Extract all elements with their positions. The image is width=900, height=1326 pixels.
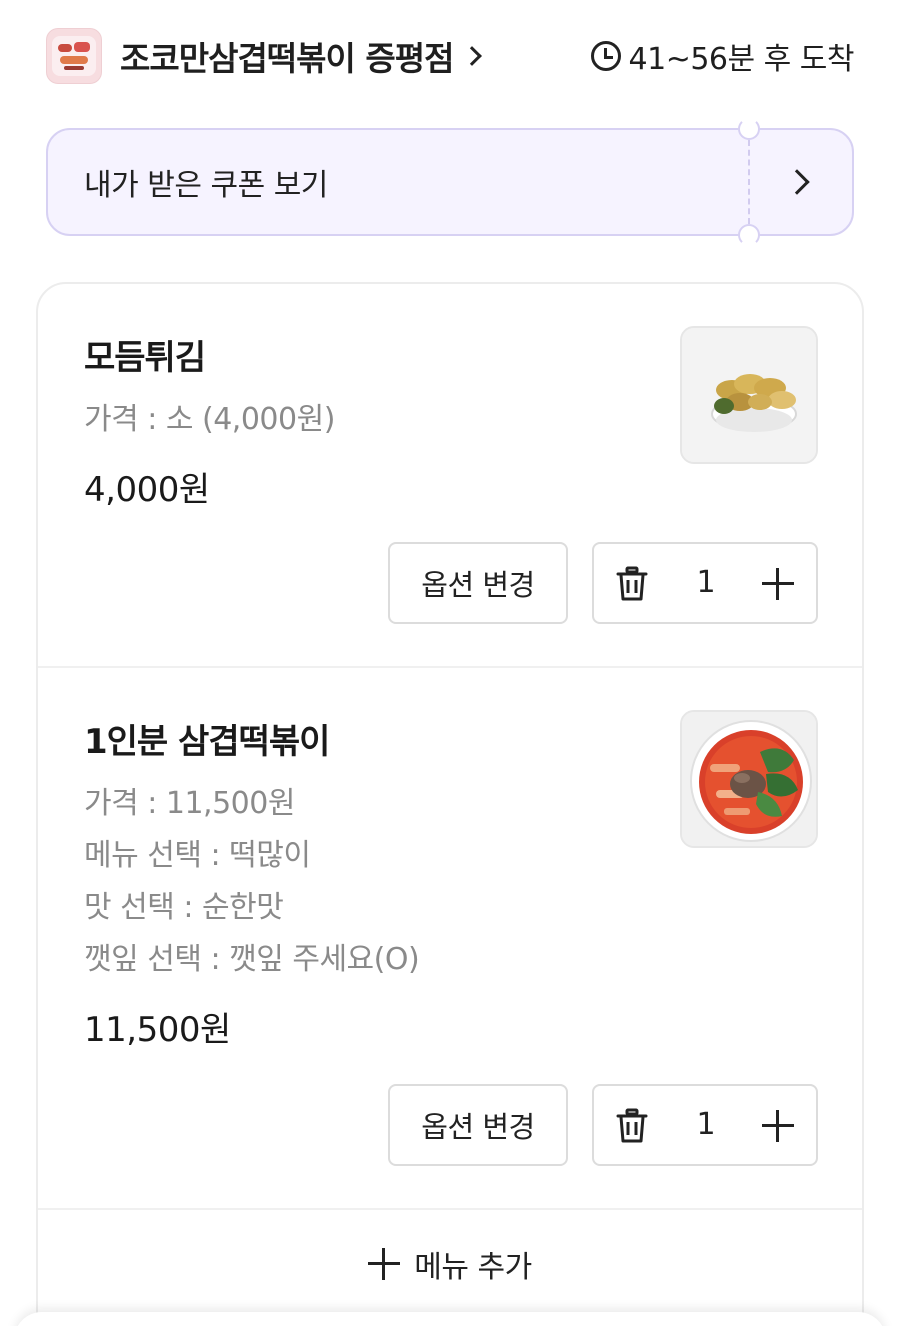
- store-logo-icon: [52, 36, 96, 76]
- item-name: 모듬튀김: [84, 338, 206, 378]
- chevron-right-icon: [462, 46, 483, 66]
- cart-item: 1인분 삼겹떡볶이 가격 : 11,500원 메뉴 선택 : 떡많이 맛 선택 …: [38, 668, 862, 1208]
- add-menu-button[interactable]: 메뉴 추가: [38, 1226, 862, 1302]
- quantity-stepper: 1: [592, 542, 818, 624]
- item-name: 1인분 삼겹떡볶이: [84, 722, 330, 762]
- cart-item: 모듬튀김 가격 : 소 (4,000원) 4,000원 옵션 변경 1: [38, 284, 862, 666]
- cart-card: 모듬튀김 가격 : 소 (4,000원) 4,000원 옵션 변경 1 1인분 …: [36, 282, 864, 1326]
- item-price: 11,500원: [84, 1010, 231, 1050]
- item-divider: [38, 1208, 862, 1210]
- store-name-link[interactable]: 조코만삼겹떡볶이 증평점: [120, 32, 483, 80]
- quantity-value: 1: [696, 1107, 716, 1142]
- plus-icon[interactable]: [760, 566, 796, 602]
- trash-icon[interactable]: [614, 566, 650, 602]
- item-option: 가격 : 11,500원: [84, 786, 295, 821]
- item-option: 가격 : 소 (4,000원): [84, 402, 335, 437]
- eta-text: 41~56분 후 도착: [628, 42, 855, 77]
- quantity-stepper: 1: [592, 1084, 818, 1166]
- clock-icon: [590, 41, 621, 71]
- trash-icon[interactable]: [614, 1108, 650, 1144]
- chevron-right-icon: [784, 169, 810, 195]
- coupon-notch-bottom: [738, 224, 760, 246]
- item-option: 깻잎 선택 : 깻잎 주세요(O): [84, 942, 420, 977]
- coupon-divider: [748, 140, 750, 224]
- add-menu-label: 메뉴 추가: [414, 1250, 532, 1285]
- fried-assortment-photo: [680, 326, 818, 464]
- item-option: 메뉴 선택 : 떡많이: [84, 838, 311, 873]
- change-option-button[interactable]: 옵션 변경: [388, 1084, 568, 1166]
- store-name: 조코만삼겹떡볶이 증평점: [120, 39, 454, 78]
- coupon-label: 내가 받은 쿠폰 보기: [84, 168, 328, 203]
- coupon-button[interactable]: 내가 받은 쿠폰 보기: [46, 118, 854, 246]
- store-header: 조코만삼겹떡볶이 증평점 41~56분 후 도착: [46, 28, 855, 84]
- delivery-eta: 41~56분 후 도착: [590, 34, 855, 78]
- plus-icon: [368, 1248, 401, 1280]
- tteokbokki-photo: [680, 710, 818, 848]
- store-logo: [46, 28, 102, 84]
- item-option: 맛 선택 : 순한맛: [84, 890, 284, 925]
- item-price: 4,000원: [84, 470, 210, 510]
- plus-icon[interactable]: [760, 1108, 796, 1144]
- coupon-notch-top: [738, 118, 760, 140]
- change-option-button[interactable]: 옵션 변경: [388, 542, 568, 624]
- bottom-sheet: [14, 1312, 886, 1326]
- quantity-value: 1: [696, 565, 716, 600]
